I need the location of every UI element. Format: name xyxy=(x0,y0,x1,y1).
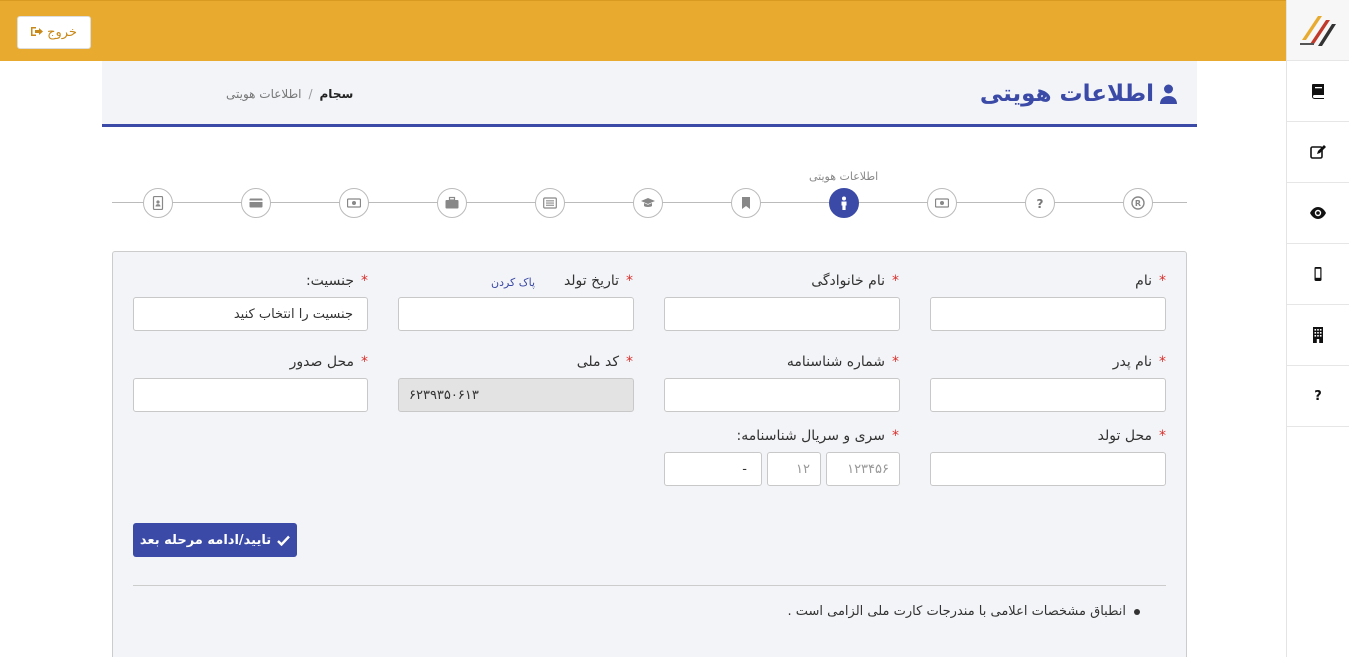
wizard-stepper: اطلاعات هویتی R ? xyxy=(112,168,1187,228)
last-name-input[interactable] xyxy=(664,297,900,331)
birth-date-input[interactable] xyxy=(398,297,634,331)
step-list[interactable] xyxy=(535,188,565,218)
step-label-active: اطلاعات هویتی xyxy=(809,170,879,183)
briefcase-icon xyxy=(445,196,459,209)
last-name-label: *نام خانوادگی xyxy=(811,273,899,289)
brand-logo xyxy=(1287,0,1349,61)
divider xyxy=(133,585,1166,586)
note-item: انطباق مشخصات اعلامی با مندرجات کارت ملی… xyxy=(787,604,1140,619)
father-name-label: *نام پدر xyxy=(1112,354,1166,370)
confirm-next-button[interactable]: تایید/ادامه مرحله بعد xyxy=(133,523,297,557)
clear-birth-date-link[interactable]: پاک کردن xyxy=(491,276,535,289)
national-code-input xyxy=(398,378,634,412)
book-icon xyxy=(1312,84,1324,99)
sidebar-item-help[interactable]: ? xyxy=(1287,366,1349,427)
sidebar-item-building[interactable] xyxy=(1287,305,1349,366)
person-icon xyxy=(841,196,847,210)
graduation-cap-icon xyxy=(641,198,655,207)
money-icon xyxy=(935,198,949,208)
page-title: اطلاعات هویتی xyxy=(980,81,1177,107)
step-money-2[interactable] xyxy=(339,188,369,218)
serial-number-input[interactable] xyxy=(826,452,900,486)
birth-place-label: *محل تولد xyxy=(1097,428,1166,444)
step-registered[interactable]: R xyxy=(1123,188,1153,218)
credit-card-icon xyxy=(249,198,263,208)
step-card[interactable] xyxy=(241,188,271,218)
step-bookmark[interactable] xyxy=(731,188,761,218)
step-money[interactable] xyxy=(927,188,957,218)
sidebar: ? xyxy=(1286,0,1349,657)
eye-icon xyxy=(1310,207,1326,219)
money-icon xyxy=(347,198,361,208)
edit-icon xyxy=(1310,145,1326,159)
note-text: انطباق مشخصات اعلامی با مندرجات کارت ملی… xyxy=(787,604,1126,619)
step-help[interactable]: ? xyxy=(1025,188,1055,218)
sign-out-icon xyxy=(31,26,44,40)
father-name-input[interactable] xyxy=(930,378,1166,412)
first-name-input[interactable] xyxy=(930,297,1166,331)
question-icon: ? xyxy=(1037,197,1044,210)
serial-label: *سری و سریال شناسنامه: xyxy=(736,428,899,444)
page-header: اطلاعات هویتی سجام / اطلاعات هویتی xyxy=(102,61,1197,127)
sidebar-item-mobile[interactable] xyxy=(1287,244,1349,305)
breadcrumb: سجام / اطلاعات هویتی xyxy=(226,87,353,101)
first-name-label: *نام xyxy=(1135,273,1166,289)
identity-form: *نام *نام خانوادگی *تاریخ تولد پاک کردن … xyxy=(112,251,1187,657)
help-icon: ? xyxy=(1314,388,1322,404)
birth-date-label: *تاریخ تولد xyxy=(563,273,633,289)
logout-button-label: خروج xyxy=(47,25,77,40)
top-bar: خروج xyxy=(0,0,1286,61)
step-job[interactable] xyxy=(437,188,467,218)
confirm-next-button-label: تایید/ادامه مرحله بعد xyxy=(139,532,272,548)
national-code-label: *کد ملی xyxy=(576,354,633,370)
breadcrumb-current: اطلاعات هویتی xyxy=(226,87,302,101)
building-icon xyxy=(1313,327,1323,343)
step-education[interactable] xyxy=(633,188,663,218)
breadcrumb-separator: / xyxy=(308,87,313,101)
id-number-input[interactable] xyxy=(664,378,900,412)
page-title-text: اطلاعات هویتی xyxy=(979,81,1154,107)
breadcrumb-home[interactable]: سجام xyxy=(320,87,354,101)
sidebar-item-edit[interactable] xyxy=(1287,122,1349,183)
id-badge-icon xyxy=(152,196,164,210)
registered-icon: R xyxy=(1131,196,1145,210)
list-icon xyxy=(543,197,557,209)
step-id-card[interactable] xyxy=(143,188,173,218)
id-number-label: *شماره شناسنامه xyxy=(786,354,899,370)
svg-text:?: ? xyxy=(1037,197,1044,210)
sidebar-item-eye[interactable] xyxy=(1287,183,1349,244)
step-identity[interactable] xyxy=(829,188,859,218)
issue-place-label: *محل صدور xyxy=(289,354,368,370)
bookmark-icon xyxy=(742,197,750,209)
birth-place-input[interactable] xyxy=(930,452,1166,486)
page-container: اطلاعات هویتی سجام / اطلاعات هویتی xyxy=(102,61,1197,127)
check-icon xyxy=(277,535,290,546)
bullet-icon xyxy=(1134,608,1140,615)
user-icon xyxy=(1160,84,1177,104)
gender-select[interactable]: جنسیت را انتخاب کنید xyxy=(133,297,368,331)
serial-series-input[interactable] xyxy=(767,452,821,486)
serial-letter-select[interactable]: - xyxy=(664,452,762,486)
gender-label: *جنسیت: xyxy=(305,273,368,289)
svg-text:R: R xyxy=(1135,199,1141,208)
mobile-icon xyxy=(1314,267,1322,281)
sidebar-item-book[interactable] xyxy=(1287,61,1349,122)
logout-button[interactable]: خروج xyxy=(17,16,91,49)
issue-place-input[interactable] xyxy=(133,378,368,412)
